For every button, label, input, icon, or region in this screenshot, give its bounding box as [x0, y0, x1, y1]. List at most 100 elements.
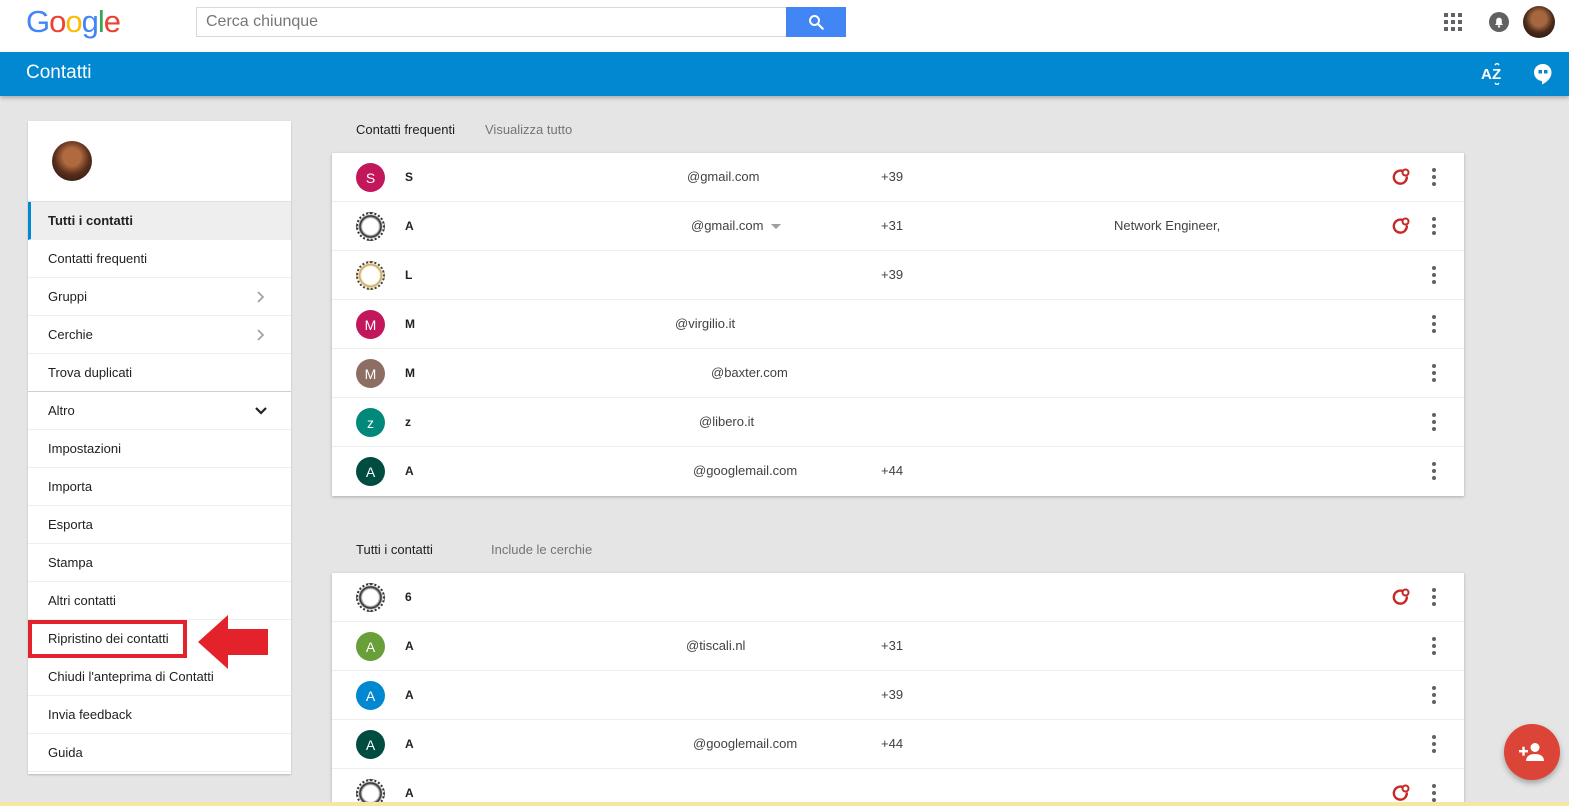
more-vert-icon[interactable]: [1426, 313, 1442, 335]
more-vert-icon[interactable]: [1426, 215, 1442, 237]
sidebar-item-esporta[interactable]: Esporta: [28, 506, 291, 544]
more-vert-icon[interactable]: [1426, 411, 1442, 433]
sort-az-icon[interactable]: AZ: [1478, 60, 1506, 88]
more-vert-icon[interactable]: [1426, 733, 1442, 755]
contact-row[interactable]: A A @tiscali.nl +31: [332, 622, 1464, 671]
sidebar-item-label: Esporta: [48, 517, 93, 532]
search-input[interactable]: [197, 8, 786, 36]
more-vert-icon[interactable]: [1426, 635, 1442, 657]
sidebar-item-altro[interactable]: Altro: [28, 392, 291, 430]
contact-row[interactable]: A A +39: [332, 671, 1464, 720]
in-circles-icon[interactable]: [1391, 167, 1411, 187]
contact-phone[interactable]: +44: [881, 463, 903, 478]
sidebar-item-tutti-i-contatti[interactable]: Tutti i contatti: [28, 202, 291, 240]
contact-name: A: [405, 639, 414, 653]
contact-avatar[interactable]: z: [356, 408, 385, 437]
contact-email[interactable]: @baxter.com: [711, 365, 788, 380]
contact-avatar[interactable]: [356, 583, 385, 612]
avatar[interactable]: [1523, 6, 1555, 38]
contact-avatar[interactable]: A: [356, 632, 385, 661]
add-contact-button[interactable]: [1504, 724, 1560, 780]
contact-avatar[interactable]: S: [356, 163, 385, 192]
contact-email[interactable]: @libero.it: [699, 414, 754, 429]
sidebar-item-gruppi[interactable]: Gruppi: [28, 278, 291, 316]
contact-row[interactable]: M M @virgilio.it: [332, 300, 1464, 349]
sidebar-item-label: Ripristino dei contatti: [48, 631, 169, 646]
more-vert-icon[interactable]: [1426, 264, 1442, 286]
search-button[interactable]: [786, 7, 846, 37]
contact-avatar[interactable]: M: [356, 359, 385, 388]
contact-phone[interactable]: +31: [881, 218, 903, 233]
sidebar-item-cerchie[interactable]: Cerchie: [28, 316, 291, 354]
sidebar-item-trova-duplicati[interactable]: Trova duplicati: [28, 354, 291, 392]
contact-phone[interactable]: +44: [881, 736, 903, 751]
contact-row[interactable]: z z @libero.it: [332, 398, 1464, 447]
sidebar-item-stampa[interactable]: Stampa: [28, 544, 291, 582]
contact-email[interactable]: @gmail.com: [691, 218, 782, 233]
more-vert-icon[interactable]: [1426, 460, 1442, 482]
view-all-link[interactable]: Visualizza tutto: [485, 122, 572, 137]
sidebar-item-label: Cerchie: [48, 327, 93, 342]
contact-email[interactable]: @googlemail.com: [693, 463, 797, 478]
contact-row[interactable]: L +39: [332, 251, 1464, 300]
more-vert-icon[interactable]: [1426, 362, 1442, 384]
contact-name: 6: [405, 590, 412, 604]
apps-icon[interactable]: [1433, 6, 1473, 38]
logo-letter: G: [26, 4, 50, 39]
sidebar-item-label: Stampa: [48, 555, 93, 570]
sidebar-item-invia-feedback[interactable]: Invia feedback: [28, 696, 291, 734]
contact-phone[interactable]: +31: [881, 638, 903, 653]
sidebar-item-ripristino-dei-contatti[interactable]: Ripristino dei contatti: [28, 620, 187, 658]
in-circles-icon[interactable]: [1391, 783, 1411, 803]
email-dropdown-icon[interactable]: [771, 224, 782, 230]
contact-row[interactable]: 6: [332, 573, 1464, 622]
svg-text:Z: Z: [1492, 66, 1501, 83]
sidebar-item-guida[interactable]: Guida: [28, 734, 291, 772]
sidebar-item-importa[interactable]: Importa: [28, 468, 291, 506]
contact-email[interactable]: @googlemail.com: [693, 736, 797, 751]
contact-avatar[interactable]: M: [356, 310, 385, 339]
search-box: [196, 7, 846, 37]
contact-row[interactable]: A: [332, 769, 1464, 806]
contact-name: M: [405, 366, 415, 380]
sidebar-item-label: Tutti i contatti: [48, 213, 133, 228]
contact-row[interactable]: A A @googlemail.com +44: [332, 447, 1464, 496]
more-vert-icon[interactable]: [1426, 782, 1442, 804]
contact-phone[interactable]: +39: [881, 169, 903, 184]
contact-row[interactable]: S S @gmail.com +39: [332, 153, 1464, 202]
contact-email-text: @tiscali.nl: [686, 638, 746, 653]
in-circles-icon[interactable]: [1391, 587, 1411, 607]
google-logo[interactable]: Google: [26, 4, 121, 40]
sidebar-item-impostazioni[interactable]: Impostazioni: [28, 430, 291, 468]
contact-email[interactable]: @tiscali.nl: [686, 638, 745, 653]
logo-letter: e: [103, 4, 121, 39]
contact-avatar[interactable]: [356, 261, 385, 290]
in-circles-icon[interactable]: [1391, 216, 1411, 236]
contact-row[interactable]: A A @googlemail.com +44: [332, 720, 1464, 769]
contact-phone[interactable]: +39: [881, 687, 903, 702]
contact-avatar[interactable]: [356, 212, 385, 241]
contact-name: A: [405, 464, 414, 478]
chevron-right-icon: [253, 289, 269, 305]
contact-email-text: @gmail.com: [687, 169, 760, 184]
sidebar-item-label: Altro: [48, 403, 75, 418]
contact-email[interactable]: @virgilio.it: [675, 316, 735, 331]
contact-avatar[interactable]: A: [356, 681, 385, 710]
contact-phone[interactable]: +39: [881, 267, 903, 282]
more-vert-icon[interactable]: [1426, 684, 1442, 706]
frequent-contacts-card: S S @gmail.com +39 A @gmail.com +31 Network Eng…: [332, 153, 1464, 496]
contact-name: A: [405, 219, 414, 233]
contact-row[interactable]: A @gmail.com +31 Network Engineer,: [332, 202, 1464, 251]
contact-email-text: @libero.it: [699, 414, 755, 429]
contact-row[interactable]: M M @baxter.com: [332, 349, 1464, 398]
bell-icon[interactable]: [1479, 6, 1519, 38]
hangouts-icon[interactable]: [1530, 61, 1556, 87]
more-vert-icon[interactable]: [1426, 166, 1442, 188]
contact-name: A: [405, 688, 414, 702]
profile-avatar[interactable]: [52, 141, 92, 181]
contact-avatar[interactable]: A: [356, 457, 385, 486]
contact-avatar[interactable]: A: [356, 730, 385, 759]
sidebar-item-contatti-frequenti[interactable]: Contatti frequenti: [28, 240, 291, 278]
contact-email[interactable]: @gmail.com: [687, 169, 759, 184]
more-vert-icon[interactable]: [1426, 586, 1442, 608]
